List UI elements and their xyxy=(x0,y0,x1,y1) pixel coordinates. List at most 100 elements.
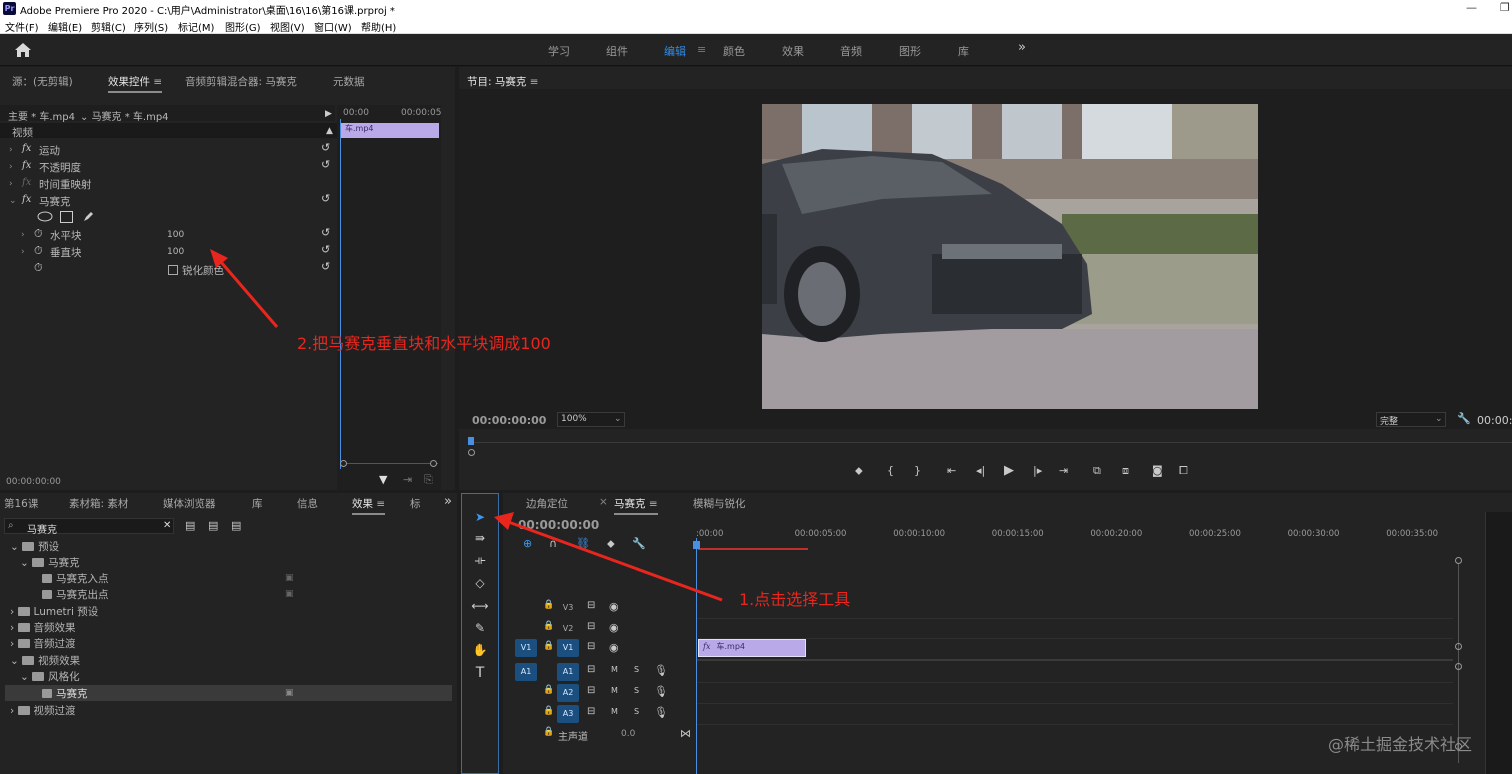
program-playhead[interactable] xyxy=(468,437,474,445)
razor-tool-icon[interactable]: ◇ xyxy=(469,574,491,592)
workspace-tab-editing[interactable]: 编辑 xyxy=(664,43,686,59)
expand-icon[interactable]: › xyxy=(9,162,13,172)
param-vertical-blocks-value[interactable]: 100 xyxy=(167,247,184,257)
mark-out-icon[interactable]: } xyxy=(914,464,921,477)
scroll-handle-lower[interactable] xyxy=(1455,663,1462,670)
ellipse-mask-icon[interactable] xyxy=(37,211,53,222)
menu-clip[interactable]: 剪辑(C) xyxy=(91,19,126,34)
rectangle-mask-icon[interactable] xyxy=(60,211,73,223)
expand-icon[interactable]: › xyxy=(21,230,25,240)
tab-effect-controls[interactable]: 效果控件 ≡ xyxy=(108,74,163,93)
close-tab-icon[interactable]: × xyxy=(599,496,608,508)
slip-tool-icon[interactable]: ⟷ xyxy=(469,597,491,615)
sequence-clip-label[interactable]: ⌄ 马赛克 * 车.mp4 xyxy=(80,108,169,123)
track-label-v2[interactable]: V2 xyxy=(557,620,579,638)
stopwatch-icon[interactable]: ⏱ xyxy=(34,227,43,241)
reset-icon[interactable]: ↺ xyxy=(321,260,330,273)
track-label-v1[interactable]: V1 xyxy=(557,639,579,657)
expand-icon[interactable]: › xyxy=(9,145,13,155)
fx-badge-icon[interactable]: fx xyxy=(22,143,31,154)
track-label-a3[interactable]: A3 xyxy=(557,705,579,723)
timeline-playhead-handle[interactable] xyxy=(693,541,700,549)
source-patch-a1[interactable]: A1 xyxy=(515,663,537,681)
expand-icon[interactable]: › xyxy=(21,247,25,257)
pen-tool-icon[interactable]: ✎ xyxy=(469,619,491,637)
effect-opacity[interactable]: 不透明度 xyxy=(39,160,81,175)
sync-lock-icon[interactable]: ⊟ xyxy=(587,706,595,717)
lock-icon[interactable]: 🔒 xyxy=(543,706,554,716)
step-forward-icon[interactable]: |▸ xyxy=(1033,464,1042,477)
tree-folder-video-effects[interactable]: ⌄ 视频效果 xyxy=(10,653,80,668)
mini-timeline-clip[interactable]: 车.mp4 xyxy=(341,123,439,138)
go-to-in-icon[interactable]: ⇤ xyxy=(947,464,956,477)
add-marker-icon[interactable]: ⬥ xyxy=(855,464,863,478)
source-patch-v1[interactable]: V1 xyxy=(515,639,537,657)
track-label-a2[interactable]: A2 xyxy=(557,684,579,702)
tree-folder-audio-transitions[interactable]: › 音频过渡 xyxy=(10,636,76,651)
tree-folder-audio-effects[interactable]: › 音频效果 xyxy=(10,620,76,635)
menu-window[interactable]: 窗口(W) xyxy=(314,19,352,34)
collapse-icon[interactable]: ▲ xyxy=(326,126,333,136)
tree-folder-mosaic-presets[interactable]: ⌄ 马赛克 xyxy=(20,555,80,570)
menu-file[interactable]: 文件(F) xyxy=(5,19,39,34)
menu-markers[interactable]: 标记(M) xyxy=(178,19,214,34)
microphone-icon[interactable]: 🎙 xyxy=(654,664,668,677)
track-label-v3[interactable]: V3 xyxy=(557,599,579,617)
mute-button[interactable]: M xyxy=(611,707,618,716)
sync-lock-icon[interactable]: ⊟ xyxy=(587,621,595,632)
reset-icon[interactable]: ↺ xyxy=(321,243,330,256)
scroll-handle-top[interactable] xyxy=(1455,557,1462,564)
workspace-tab-assembly[interactable]: 组件 xyxy=(606,43,628,59)
mute-button[interactable]: M xyxy=(611,686,618,695)
expand-timeline-icon[interactable]: ▶ xyxy=(325,109,332,119)
wrench-icon[interactable]: 🔧 xyxy=(1457,412,1471,425)
program-monitor-title[interactable]: 节目: 马赛克 ≡ xyxy=(467,74,539,89)
effect-mosaic[interactable]: 马赛克 xyxy=(39,194,71,209)
timeline-settings-icon[interactable]: 🔧 xyxy=(632,537,646,550)
tab-info[interactable]: 信息 xyxy=(297,496,318,511)
sync-lock-icon[interactable]: ⊟ xyxy=(587,641,595,652)
effect-controls-timecode[interactable]: 00:00:00:00 xyxy=(6,477,61,487)
tab-markers[interactable]: 标 xyxy=(410,496,421,511)
tree-folder-lumetri[interactable]: › Lumetri 预设 xyxy=(10,604,98,619)
effect-motion[interactable]: 运动 xyxy=(39,143,60,158)
effects-search-input[interactable]: ⌕ 马赛克 ✕ xyxy=(4,518,174,536)
minimize-icon[interactable]: — xyxy=(1466,1,1477,14)
workspace-tab-libraries[interactable]: 库 xyxy=(958,43,969,59)
fx-badge-icon[interactable]: fx xyxy=(22,160,31,171)
microphone-icon[interactable]: 🎙 xyxy=(654,706,668,719)
effect-time-remap[interactable]: 时间重映射 xyxy=(39,177,92,192)
fx-badge-icon[interactable]: fx xyxy=(22,194,31,205)
ripple-edit-tool-icon[interactable]: ⟛ xyxy=(469,551,491,569)
tab-audio-clip-mixer[interactable]: 音频剪辑混合器: 马赛克 xyxy=(185,74,297,89)
sync-lock-icon[interactable]: ⊟ xyxy=(587,600,595,611)
menu-sequence[interactable]: 序列(S) xyxy=(134,19,168,34)
solo-button[interactable]: S xyxy=(634,686,639,695)
extract-icon[interactable]: ⧈ xyxy=(1122,464,1129,478)
pen-mask-icon[interactable] xyxy=(82,210,95,223)
workspace-more-icon[interactable]: » xyxy=(1018,40,1026,55)
reset-icon[interactable]: ↺ xyxy=(321,192,330,205)
tree-folder-stylize[interactable]: ⌄ 风格化 xyxy=(20,669,80,684)
timeline-playhead[interactable] xyxy=(696,538,697,774)
nest-icon[interactable]: ⊕ xyxy=(523,537,532,550)
type-tool-icon[interactable]: T xyxy=(469,664,491,682)
lock-icon[interactable]: 🔒 xyxy=(543,621,554,631)
snap-icon[interactable]: ∩ xyxy=(549,537,557,550)
tree-item-mosaic-effect[interactable]: 马赛克 xyxy=(42,686,88,701)
tree-folder-presets[interactable]: ⌄ 预设 xyxy=(10,539,59,554)
add-marker-icon[interactable]: ⬥ xyxy=(607,537,615,551)
timeline-timecode[interactable]: 00:00:00:00 xyxy=(518,518,599,532)
menu-view[interactable]: 视图(V) xyxy=(270,19,305,34)
workspace-menu-icon[interactable]: ≡ xyxy=(697,43,706,56)
accelerated-effects-icon[interactable]: ▤ xyxy=(185,519,195,532)
selection-tool-icon[interactable]: ➤ xyxy=(469,508,491,526)
tab-source[interactable]: 源：(无剪辑) xyxy=(12,74,73,89)
stopwatch-icon[interactable]: ⏱ xyxy=(34,261,43,275)
workspace-tab-color[interactable]: 颜色 xyxy=(723,43,745,59)
master-volume-value[interactable]: 0.0 xyxy=(621,729,635,739)
panel-more-icon[interactable]: » xyxy=(444,494,452,509)
reset-icon[interactable]: ↺ xyxy=(321,141,330,154)
restore-icon[interactable]: ❐ xyxy=(1500,1,1510,14)
track-select-tool-icon[interactable]: ⇛ xyxy=(469,529,491,547)
